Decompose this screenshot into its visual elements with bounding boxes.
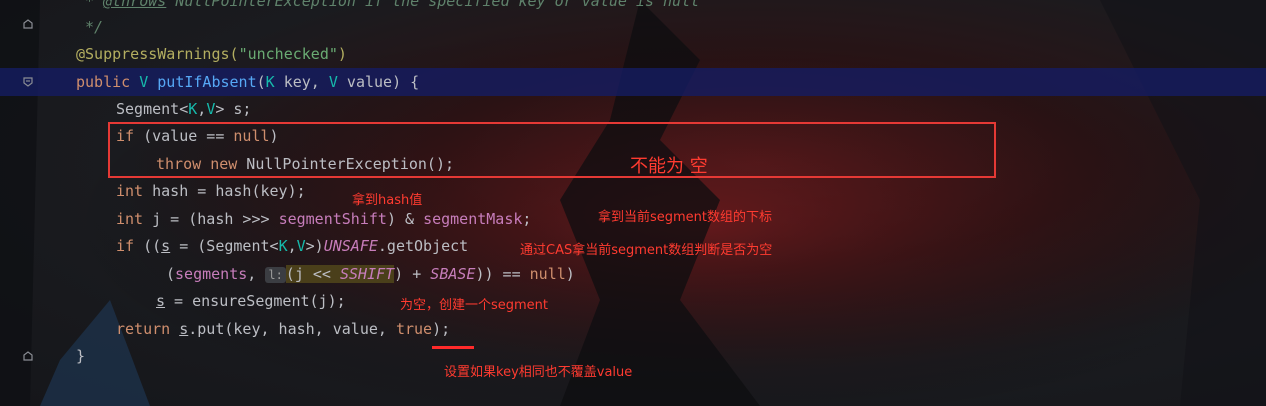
true-underline-mark [432, 346, 474, 349]
note-create-segment: 为空，创建一个segment [400, 298, 549, 313]
note-get-hash: 拿到hash值 [352, 193, 423, 208]
null-check-highlight-box [108, 122, 996, 178]
code-line-comment-end: */ [76, 18, 104, 36]
code-line-return: return s.put(key, hash, value, true); [116, 320, 451, 338]
parameter-hint: l: [265, 266, 286, 283]
code-line-hash: int hash = hash(key); [116, 182, 306, 200]
code-line-comment-throws: * @throws NullPointerException if the sp… [76, 0, 700, 10]
code-line-ensure-segment: s = ensureSegment(j); [156, 292, 346, 310]
note-cas-check: 通过CAS拿当前segment数组判断是否为空 [520, 243, 773, 258]
code-line-annotation: @SuppressWarnings("unchecked") [76, 45, 347, 63]
code-editor[interactable]: * @throws NullPointerException if the sp… [0, 0, 1266, 406]
code-line-segments-arg: (segments, l: (j << SSHIFT) + SBASE)) == … [166, 265, 575, 283]
note-no-overwrite: 设置如果key相同也不覆盖value [444, 365, 633, 380]
code-line-close-brace: } [76, 347, 86, 365]
note-not-null: 不能为 空 [630, 156, 708, 177]
code-line-if-getobject: if ((s = (Segment<K,V>)UNSAFE.getObject [116, 237, 469, 255]
code-line-segment-decl: Segment<K,V> s; [116, 100, 252, 118]
code-line-signature: public V putIfAbsent(K key, V value) { [76, 73, 420, 91]
code-line-index: int j = (hash >>> segmentShift) & segmen… [116, 210, 532, 228]
note-get-index: 拿到当前segment数组的下标 [598, 210, 773, 225]
